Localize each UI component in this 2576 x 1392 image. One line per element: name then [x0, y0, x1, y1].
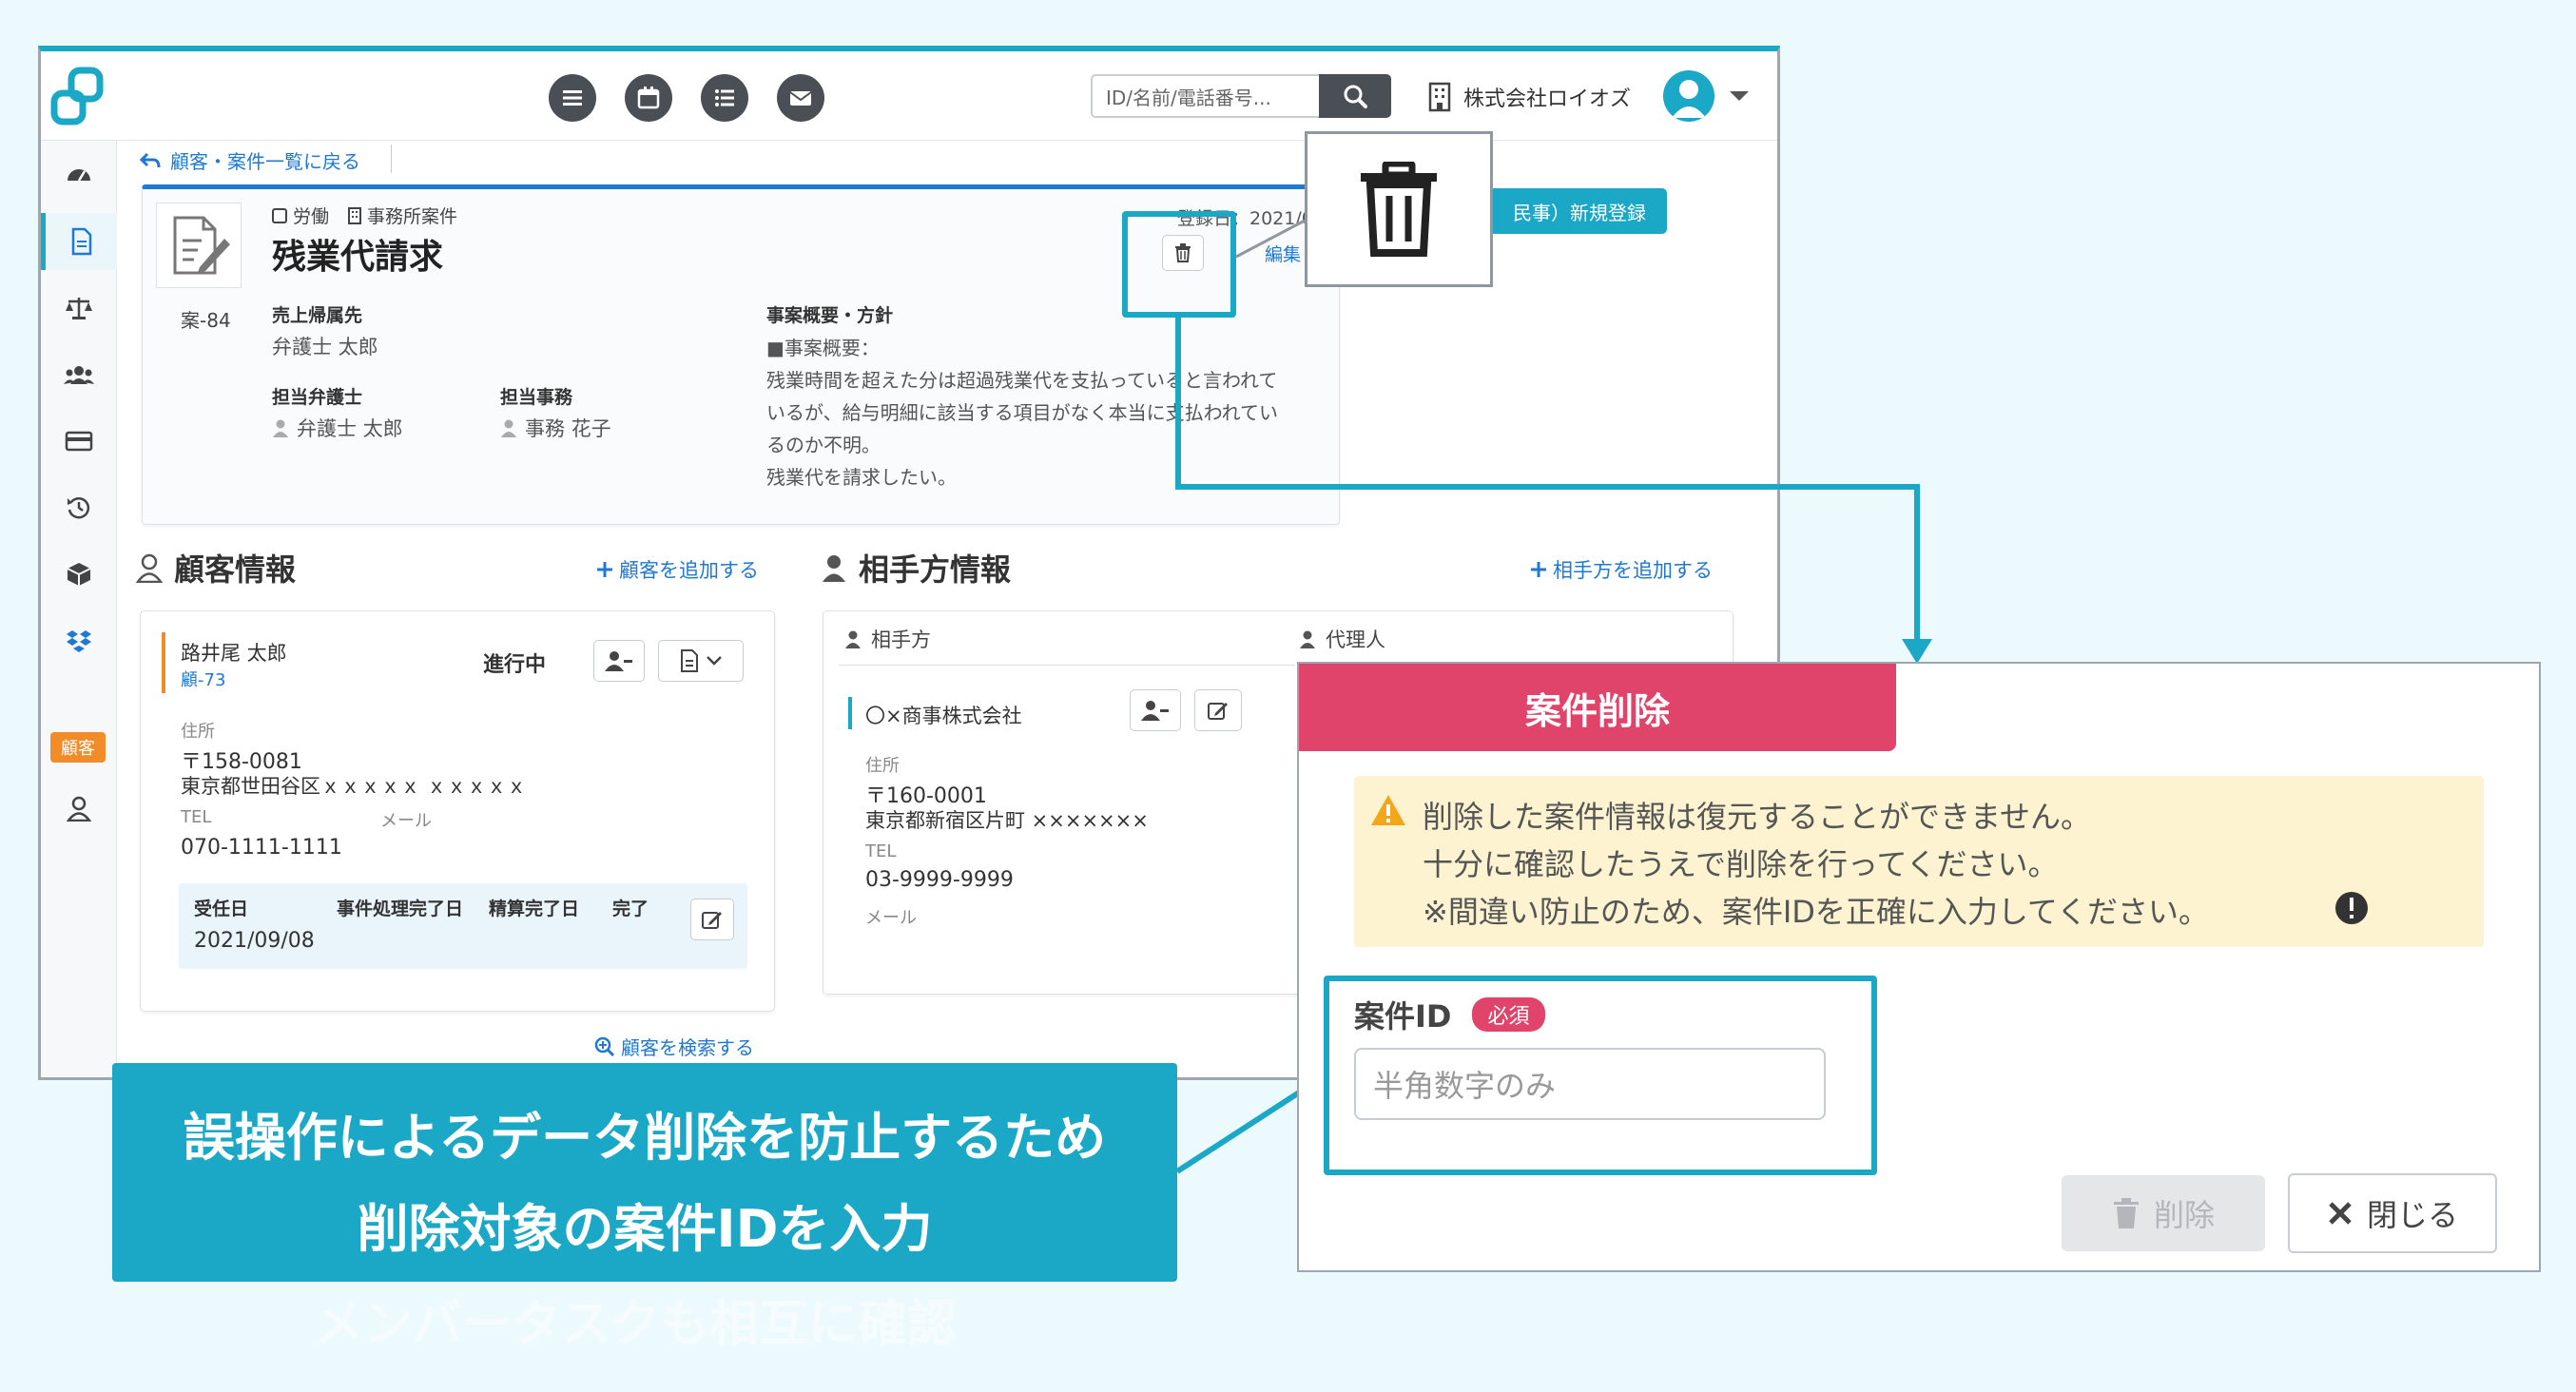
trash-highlight-frame: [1122, 211, 1236, 318]
warning-box: 削除した案件情報は復元することができません。 十分に確認したうえで削除を行ってく…: [1354, 776, 2484, 947]
trash-icon: [1361, 162, 1437, 257]
warning-line-2: 十分に確認したうえで削除を行ってください。: [1423, 846, 2059, 882]
trash-icon: [2113, 1198, 2139, 1228]
faded-caption: メンバータスクも相互に確認: [314, 1296, 958, 1353]
warning-line-1: 削除した案件情報は復元することができません。: [1423, 799, 2092, 835]
exclamation-circle-icon: [2334, 890, 2370, 926]
delete-button-label: 削除: [2153, 1197, 2215, 1233]
callout-line-1: 誤操作によるデータ削除を防止するため: [183, 1108, 1107, 1168]
close-button-label: 閉じる: [2366, 1197, 2458, 1233]
close-icon: [2329, 1202, 2352, 1225]
case-id-highlight-frame: [1324, 976, 1877, 1175]
warning-line-3: ※間違い防止のため、案件IDを正確に入力してください。: [1423, 894, 2209, 930]
callout-line-2: 削除対象の案件IDを入力: [357, 1199, 933, 1259]
warning-triangle-icon: [1369, 793, 1407, 827]
close-button[interactable]: 閉じる: [2288, 1173, 2497, 1253]
delete-case-dialog: 案件削除 削除した案件情報は復元することができません。 十分に確認したうえで削除…: [1297, 662, 2541, 1272]
delete-button[interactable]: 削除: [2062, 1175, 2265, 1251]
dialog-title: 案件削除: [1299, 664, 1896, 751]
explanation-callout: 誤操作によるデータ削除を防止するため 削除対象の案件IDを入力: [112, 1063, 1177, 1282]
zoomed-trash-callout: [1305, 131, 1493, 287]
